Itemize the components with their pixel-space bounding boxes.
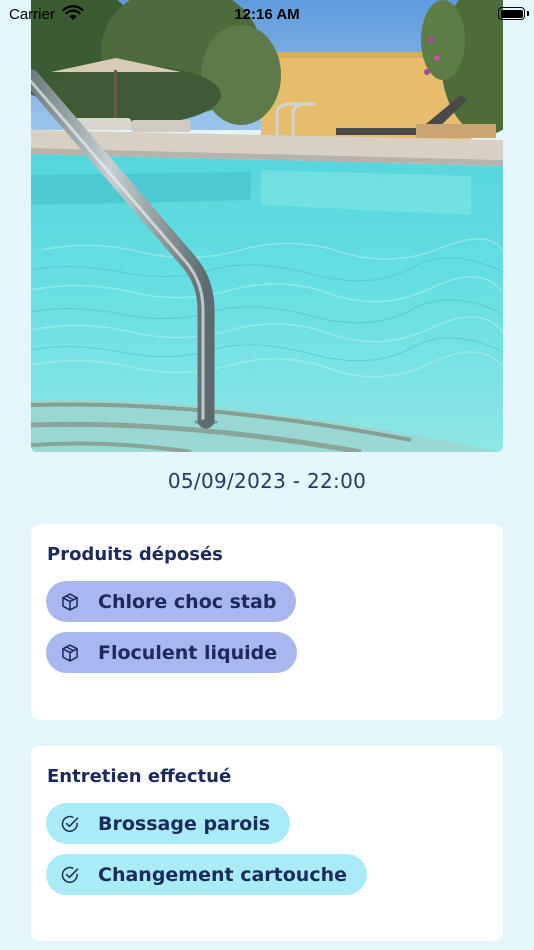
product-chip-label: Chlore choc stab	[98, 590, 277, 613]
task-chip-cartouche[interactable]: Changement cartouche	[46, 854, 368, 895]
battery-icon	[498, 7, 525, 20]
task-chip-label: Changement cartouche	[98, 863, 348, 886]
maintenance-card: Entretien effectué Brossage parois Chang…	[31, 746, 503, 941]
products-title: Produits déposés	[47, 544, 223, 565]
check-circle-icon	[61, 866, 79, 883]
battery-tip	[527, 11, 529, 16]
box-icon	[62, 592, 78, 611]
status-bar: Carrier 12:16 AM	[0, 0, 534, 30]
report-datetime: 05/09/2023 - 22:00	[167, 469, 367, 493]
product-chip-floculent[interactable]: Floculent liquide	[46, 632, 298, 673]
pool-photo[interactable]	[31, 0, 503, 452]
maintenance-title: Entretien effectué	[47, 766, 232, 787]
box-icon	[62, 643, 78, 662]
status-time: 12:16 AM	[234, 6, 300, 23]
product-chip-label: Floculent liquide	[98, 641, 278, 664]
check-circle-icon	[61, 815, 79, 832]
products-card: Produits déposés Chlore choc stab Flocul…	[31, 524, 503, 720]
product-chip-chlore[interactable]: Chlore choc stab	[46, 581, 297, 622]
task-chip-brossage[interactable]: Brossage parois	[46, 803, 291, 844]
task-chip-label: Brossage parois	[98, 812, 271, 835]
